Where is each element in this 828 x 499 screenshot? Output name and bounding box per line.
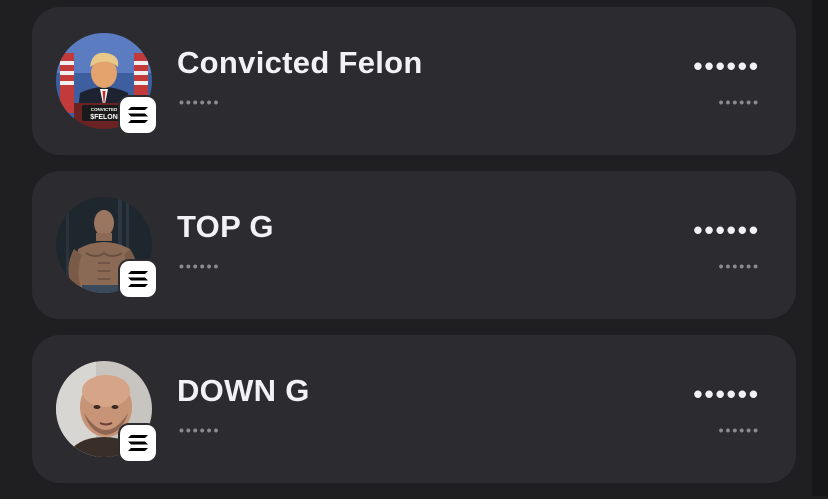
token-row-top-g[interactable]: TOP G •••••• •••••• •••••• <box>32 171 796 319</box>
token-change-masked: •••••• <box>718 258 760 274</box>
token-row-down-g[interactable]: DOWN G •••••• •••••• •••••• <box>32 335 796 483</box>
token-change-masked: •••••• <box>718 422 760 438</box>
solana-icon <box>120 261 156 297</box>
solana-icon <box>120 425 156 461</box>
token-value-masked: •••••• <box>693 215 760 245</box>
token-avatar-wrapper <box>56 197 156 297</box>
token-balance-masked: •••••• <box>179 422 221 438</box>
token-value-masked: •••••• <box>693 379 760 409</box>
svg-text:CONVICTED: CONVICTED <box>91 107 118 112</box>
svg-text:$FELON: $FELON <box>90 114 118 121</box>
token-name: TOP G <box>177 209 274 244</box>
token-name: DOWN G <box>177 373 310 408</box>
solana-icon <box>120 97 156 133</box>
token-change-masked: •••••• <box>718 94 760 110</box>
token-balance-masked: •••••• <box>179 94 221 110</box>
token-avatar-wrapper: CONVICTED $FELON <box>56 33 156 133</box>
token-value-masked: •••••• <box>693 51 760 81</box>
token-name: Convicted Felon <box>177 45 423 80</box>
token-balance-masked: •••••• <box>179 258 221 274</box>
token-avatar-wrapper <box>56 361 156 461</box>
token-row-convicted-felon[interactable]: CONVICTED $FELON Convicted Felon •••••• … <box>32 7 796 155</box>
scrollbar-track <box>812 0 828 496</box>
token-list: CONVICTED $FELON Convicted Felon •••••• … <box>32 7 796 499</box>
